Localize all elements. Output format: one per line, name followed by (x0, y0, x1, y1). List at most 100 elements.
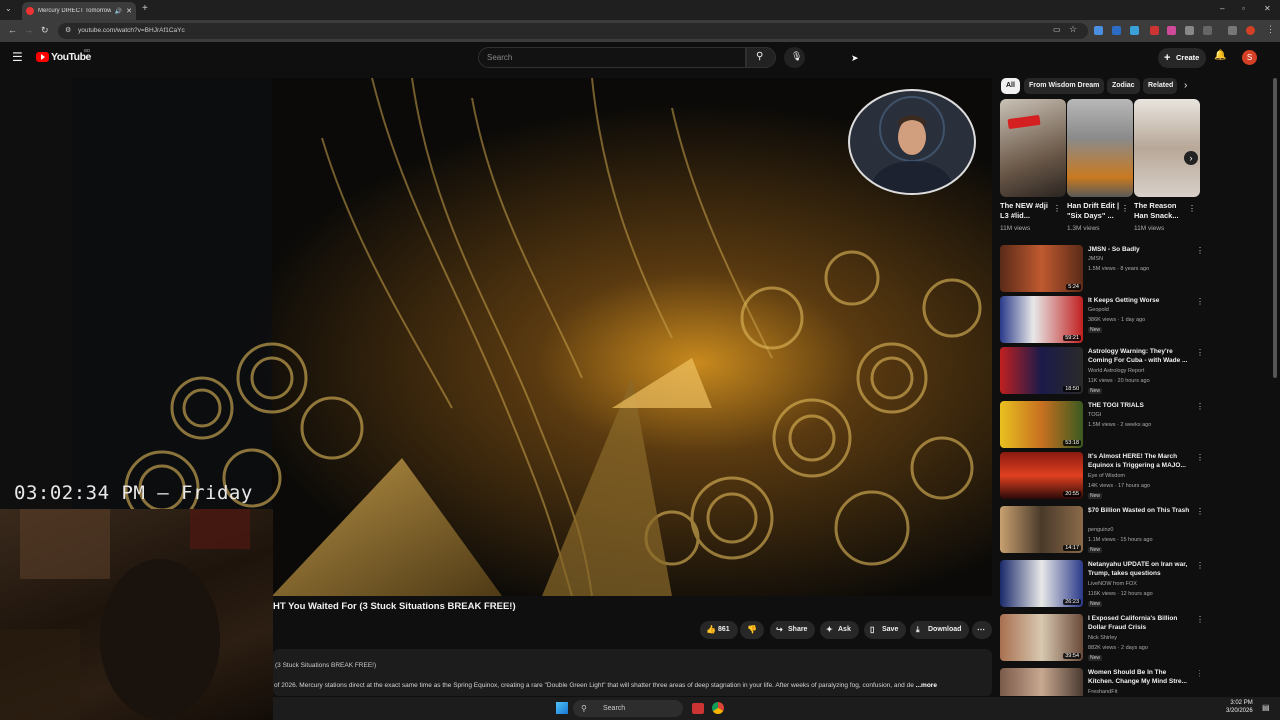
channel-name[interactable]: JMSN (1088, 256, 1103, 262)
video-menu-icon[interactable]: ⋮ (1196, 297, 1204, 306)
extension-icon[interactable] (1130, 26, 1139, 35)
video-menu-icon[interactable]: ⋮ (1196, 246, 1204, 255)
list-item[interactable]: 39:54 I Exposed California's Billion Dol… (1000, 614, 1204, 664)
list-item[interactable]: 20:55 It's Almost HERE! The March Equino… (1000, 452, 1204, 502)
video-thumbnail[interactable]: 26:23 (1000, 560, 1083, 607)
bookmark-star-icon[interactable]: ☆ (1069, 24, 1077, 35)
channel-name[interactable]: LiveNOW from FOX (1088, 581, 1137, 587)
extension-icon[interactable] (1150, 26, 1159, 35)
chip-zodiac[interactable]: Zodiac (1107, 78, 1140, 94)
tab-active[interactable]: Mercury DIRECT Tomorrow 🔊 ✕ (22, 2, 136, 20)
voice-search-button[interactable]: 🎙 (784, 47, 805, 68)
more-actions-button[interactable]: ⋯ (972, 621, 992, 639)
profile-icon[interactable] (1246, 26, 1255, 35)
channel-name[interactable]: World Astrology Report (1088, 368, 1144, 374)
list-item[interactable]: 18:50 Astrology Warning: They're Coming … (1000, 347, 1204, 397)
extension-icon[interactable] (1094, 26, 1103, 35)
site-info-icon[interactable]: ⚙ (65, 23, 71, 39)
downloads-icon[interactable] (1228, 26, 1237, 35)
video-thumbnail[interactable]: 20:55 (1000, 452, 1083, 499)
save-button[interactable]: ▯ Save (864, 621, 907, 639)
youtube-logo-icon[interactable] (36, 52, 49, 62)
browser-menu-icon[interactable]: ⋮ (1266, 24, 1275, 35)
page-scrollbar[interactable] (1273, 78, 1277, 378)
taskbar-search[interactable]: ⚲ Search (573, 700, 683, 717)
video-thumbnail[interactable]: 14:17 (1000, 506, 1083, 553)
hamburger-menu-icon[interactable]: ☰ (12, 50, 23, 64)
video-title[interactable]: I Exposed California's Billion Dollar Fr… (1088, 614, 1190, 632)
video-thumbnail[interactable]: 5:24 (1000, 245, 1083, 292)
close-window-icon[interactable]: ✕ (1264, 4, 1271, 13)
video-thumbnail[interactable]: 59:21 (1000, 296, 1083, 343)
channel-name[interactable]: Nick Shirley (1088, 635, 1117, 641)
extension-icon[interactable] (1167, 26, 1176, 35)
channel-name[interactable]: Eye of Wisdom (1088, 473, 1125, 479)
short-menu-icon[interactable]: ⋮ (1188, 204, 1196, 213)
chip-related[interactable]: Related (1143, 78, 1177, 94)
short-title[interactable]: The NEW #dji L3 #lid... (1000, 201, 1056, 221)
channel-name[interactable]: TOGI (1088, 412, 1101, 418)
list-item[interactable]: 14:17 $70 Billion Wasted on This Trash p… (1000, 506, 1204, 556)
video-title[interactable]: Women Should Be In The Kitchen. Change M… (1088, 668, 1190, 686)
list-item[interactable]: 26:23 Netanyahu UPDATE on Iran war, Trum… (1000, 560, 1204, 610)
url-field[interactable]: ⚙ youtube.com/watch?v=BHJrAf1CaYc (58, 23, 1088, 39)
reload-icon[interactable]: ↻ (41, 25, 49, 36)
taskbar-app-icon[interactable] (692, 703, 704, 714)
more-link[interactable]: ...more (916, 682, 937, 689)
short-thumbnail[interactable]: › (1134, 99, 1200, 197)
tab-close-icon[interactable]: ✕ (126, 7, 132, 15)
short-thumbnail[interactable] (1000, 99, 1066, 197)
video-menu-icon[interactable]: ⋮ (1196, 561, 1204, 570)
chip-all[interactable]: All (1001, 78, 1020, 94)
ask-button[interactable]: ✦ Ask (820, 621, 859, 639)
list-item[interactable]: 5:24 JMSN - So Badly JMSN 1.5M views · 8… (1000, 245, 1204, 295)
chip-from-wisdom-dream[interactable]: From Wisdom Dream (1024, 78, 1105, 94)
download-button[interactable]: ⤓ Download (910, 621, 970, 639)
search-button[interactable]: ⚲ (746, 47, 776, 68)
list-item[interactable]: 53:18 THE TOGI TRIALS TOGI 1.5M views · … (1000, 401, 1204, 451)
chrome-icon[interactable] (712, 702, 724, 714)
video-thumbnail[interactable]: 53:18 (1000, 401, 1083, 448)
extensions-puzzle-icon[interactable] (1203, 26, 1212, 35)
channel-name[interactable]: FreshandFit (1088, 689, 1117, 695)
video-menu-icon[interactable]: ⋮ (1196, 669, 1200, 678)
list-item[interactable]: Women Should Be In The Kitchen. Change M… (1000, 668, 1200, 696)
short-title[interactable]: Han Drift Edit | "Six Days" ... (1067, 201, 1123, 221)
video-menu-icon[interactable]: ⋮ (1196, 453, 1204, 462)
video-title[interactable]: Netanyahu UPDATE on Iran war, Trump, tak… (1088, 560, 1190, 578)
short-thumbnail[interactable] (1067, 99, 1133, 197)
tab-menu-icon[interactable]: ⌄ (5, 4, 12, 13)
windows-start-icon[interactable] (556, 702, 568, 714)
taskbar-clock[interactable]: 3:02 PM 3/20/2026 (1226, 699, 1253, 715)
short-menu-icon[interactable]: ⋮ (1053, 204, 1061, 213)
dislike-button[interactable]: 👎 (740, 621, 764, 639)
short-title[interactable]: The Reason Han Snack... (1134, 201, 1190, 221)
list-item[interactable]: 59:21 It Keeps Getting Worse Geopold 386… (1000, 296, 1204, 346)
video-title[interactable]: It Keeps Getting Worse (1088, 296, 1190, 305)
video-thumbnail[interactable]: 18:50 (1000, 347, 1083, 394)
share-button[interactable]: ↪ Share (770, 621, 816, 639)
notifications-bell-icon[interactable]: 🔔 (1214, 50, 1226, 61)
video-title[interactable]: $70 Billion Wasted on This Trash (1088, 506, 1190, 515)
notification-icon[interactable]: ▤ (1262, 703, 1270, 712)
channel-name[interactable]: Geopold (1088, 307, 1109, 313)
back-icon[interactable]: ← (8, 25, 17, 35)
video-menu-icon[interactable]: ⋮ (1196, 615, 1204, 624)
video-thumbnail[interactable] (1000, 668, 1083, 696)
minimize-icon[interactable]: – (1220, 4, 1224, 13)
new-tab-icon[interactable]: + (142, 3, 148, 14)
video-title[interactable]: It's Almost HERE! The March Equinox is T… (1088, 452, 1190, 470)
cast-icon[interactable]: ▭ (1053, 25, 1061, 34)
like-button[interactable]: 👍 861 (700, 621, 738, 639)
channel-name[interactable]: penguinz0 (1088, 527, 1113, 533)
video-title[interactable]: THE TOGI TRIALS (1088, 401, 1190, 410)
next-shorts-icon[interactable]: › (1184, 151, 1198, 165)
video-thumbnail[interactable]: 39:54 (1000, 614, 1083, 661)
search-input[interactable]: Search (478, 47, 746, 68)
extension-icon[interactable] (1112, 26, 1121, 35)
create-button[interactable]: + Create (1158, 48, 1206, 68)
chevron-right-icon[interactable]: › (1184, 80, 1187, 91)
short-menu-icon[interactable]: ⋮ (1121, 204, 1129, 213)
avatar[interactable]: S (1242, 50, 1257, 65)
video-menu-icon[interactable]: ⋮ (1196, 402, 1204, 411)
